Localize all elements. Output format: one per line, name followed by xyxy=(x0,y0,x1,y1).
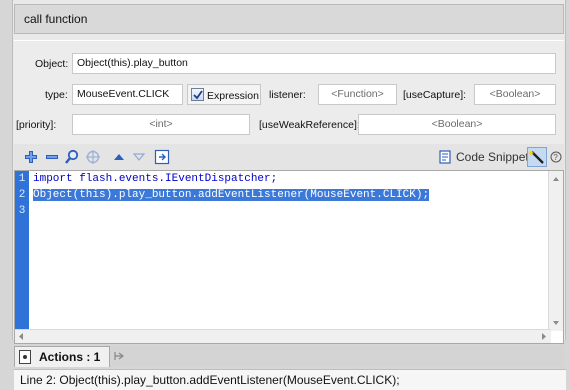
usecapture-field[interactable]: <Boolean> xyxy=(474,84,556,105)
actions-tab-icon xyxy=(19,350,31,364)
horizontal-scrollbar[interactable] xyxy=(15,329,551,343)
expression-checkbox[interactable] xyxy=(191,88,204,101)
type-label: type: xyxy=(45,89,68,101)
tab-bar: Actions : 1 xyxy=(14,345,564,367)
code-snippets-icon[interactable] xyxy=(437,149,453,165)
code-snippets-button[interactable]: Code Snippets xyxy=(456,150,535,164)
parameters-panel: Object: Object(this).play_button type: M… xyxy=(14,40,564,144)
insert-icon[interactable] xyxy=(154,149,170,165)
status-bar: Line 2: Object(this).play_button.addEven… xyxy=(14,369,566,390)
code-line-selected[interactable]: Object(this).play_button.addEventListene… xyxy=(33,189,430,201)
panel-title: call function xyxy=(14,4,564,34)
pin-icon[interactable] xyxy=(112,349,126,363)
script-editor[interactable]: 1 2 3 import flash.events.IEventDispatch… xyxy=(14,170,564,344)
listener-label: listener: xyxy=(269,89,306,101)
add-icon[interactable] xyxy=(23,149,39,165)
object-label: Object: xyxy=(35,58,69,70)
useweak-label: [useWeakReference]: xyxy=(259,119,360,131)
tab-actions[interactable]: Actions : 1 xyxy=(14,346,110,367)
expression-toggle[interactable]: Expression xyxy=(187,84,261,105)
object-field[interactable]: Object(this).play_button xyxy=(72,53,556,74)
svg-text:?: ? xyxy=(553,153,558,162)
check-icon xyxy=(193,90,203,100)
move-up-icon[interactable] xyxy=(111,149,127,165)
remove-icon[interactable] xyxy=(44,149,60,165)
listener-field[interactable]: <Function> xyxy=(318,84,397,105)
usecapture-label: [useCapture]: xyxy=(403,89,467,101)
vertical-scrollbar[interactable] xyxy=(548,171,563,331)
actions-tab-label: Actions : 1 xyxy=(39,350,101,364)
line-number: 1 xyxy=(18,173,26,185)
help-icon[interactable]: ? xyxy=(550,149,562,165)
expression-label: Expression xyxy=(207,90,259,102)
code-line[interactable]: import flash.events.IEventDispatcher; xyxy=(33,173,277,185)
find-icon[interactable] xyxy=(64,149,80,165)
move-down-icon[interactable] xyxy=(131,149,147,165)
target-icon[interactable] xyxy=(85,149,101,165)
type-field[interactable]: MouseEvent.CLICK xyxy=(72,84,183,105)
priority-field[interactable]: <int> xyxy=(72,114,250,135)
wand-icon[interactable] xyxy=(527,147,547,167)
line-number: 3 xyxy=(18,205,26,217)
useweak-field[interactable]: <Boolean> xyxy=(358,114,556,135)
priority-label: [priority]: xyxy=(16,119,57,131)
line-number: 2 xyxy=(18,189,26,201)
actions-toolbar: Code Snippets ? xyxy=(14,144,564,170)
line-number-gutter: 1 2 3 xyxy=(15,171,29,329)
